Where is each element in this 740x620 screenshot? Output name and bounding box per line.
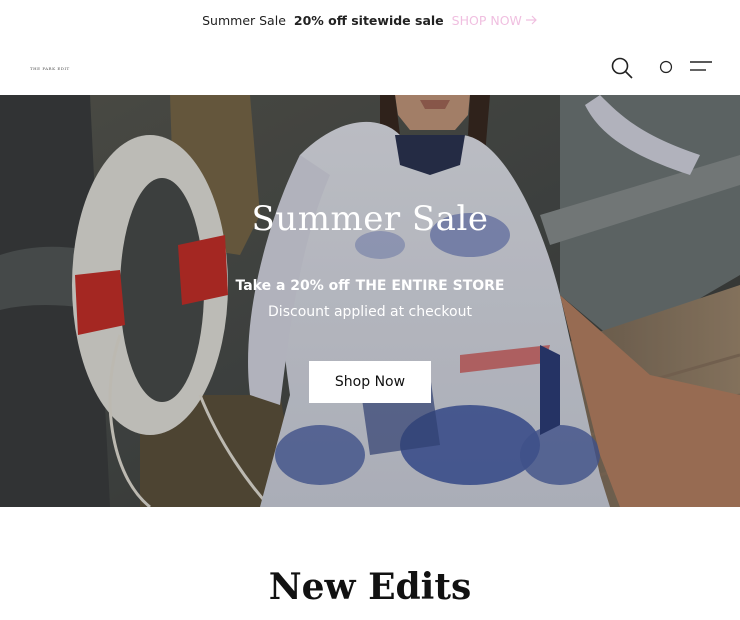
- hero-note: Discount applied at checkout: [268, 304, 472, 320]
- hero-title: Summer Sale: [251, 199, 489, 239]
- menu-icon[interactable]: [689, 59, 713, 77]
- site-logo[interactable]: THE PARK EDIT: [30, 66, 70, 71]
- announcement-shop-link-label: SHOP NOW: [451, 12, 522, 28]
- announcement-offer-label: 20% off sitewide sale: [293, 12, 444, 28]
- section-title: New Edits: [268, 566, 472, 608]
- announcement-bar: Summer Sale 20% off sitewide sale SHOP N…: [0, 0, 740, 40]
- arrow-right-icon: [525, 15, 537, 25]
- shop-now-button[interactable]: Shop Now: [309, 361, 431, 403]
- announcement-shop-link[interactable]: SHOP NOW: [452, 13, 538, 28]
- hero-overlay: [0, 95, 740, 507]
- announcement-sale-label: Summer Sale: [202, 12, 286, 28]
- hero-banner: Summer Sale Take a 20% off THE ENTIRE STO…: [0, 95, 740, 507]
- hero-subtitle-emphasis: THE ENTIRE STORE: [355, 278, 505, 294]
- account-icon[interactable]: [659, 60, 673, 74]
- site-header: THE PARK EDIT: [0, 40, 740, 95]
- hero-subtitle-prefix: Take a 20% off: [235, 278, 350, 294]
- hero-subtitle: Take a 20% off THE ENTIRE STORE: [0, 278, 740, 294]
- search-icon[interactable]: [610, 56, 634, 80]
